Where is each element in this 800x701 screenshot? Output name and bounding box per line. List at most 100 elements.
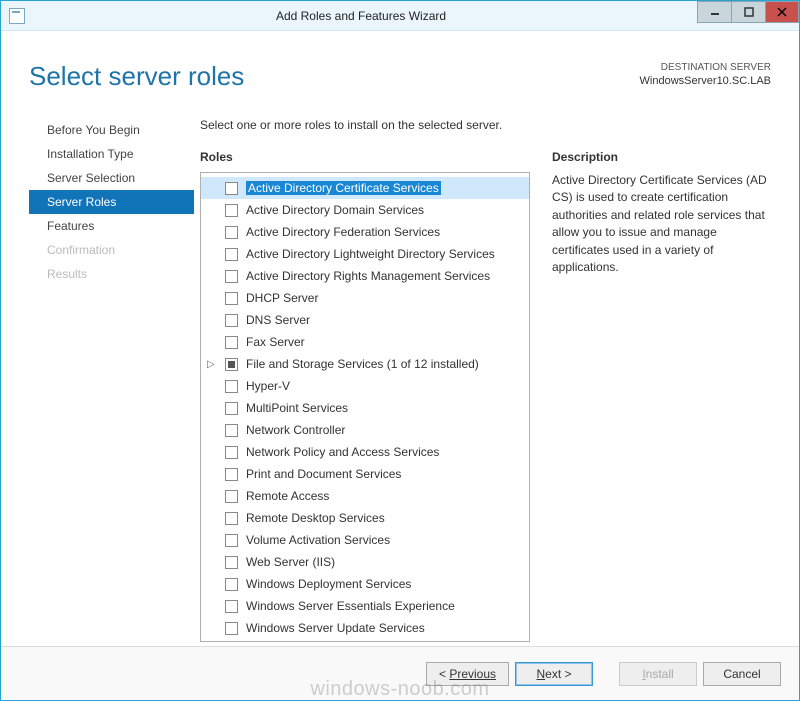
role-label: Windows Server Essentials Experience bbox=[246, 599, 455, 613]
role-row[interactable]: Network Policy and Access Services bbox=[201, 441, 529, 463]
role-row[interactable]: Windows Deployment Services bbox=[201, 573, 529, 595]
columns: Roles Active Directory Certificate Servi… bbox=[200, 150, 771, 646]
role-label: Active Directory Domain Services bbox=[246, 203, 424, 217]
role-row[interactable]: Active Directory Rights Management Servi… bbox=[201, 265, 529, 287]
role-label: DHCP Server bbox=[246, 291, 318, 305]
role-row[interactable]: Hyper-V bbox=[201, 375, 529, 397]
close-button[interactable] bbox=[765, 1, 799, 23]
role-label: Active Directory Federation Services bbox=[246, 225, 440, 239]
previous-label: Previous bbox=[449, 667, 496, 681]
button-bar: < Previous Next > Install Cancel windows… bbox=[1, 646, 799, 700]
destination-info: DESTINATION SERVER WindowsServer10.SC.LA… bbox=[640, 61, 771, 88]
role-row[interactable]: Fax Server bbox=[201, 331, 529, 353]
role-checkbox[interactable] bbox=[225, 556, 238, 569]
role-row[interactable]: Windows Server Essentials Experience bbox=[201, 595, 529, 617]
role-label: Print and Document Services bbox=[246, 467, 401, 481]
role-checkbox[interactable] bbox=[225, 182, 238, 195]
role-row[interactable]: Active Directory Certificate Services bbox=[201, 177, 529, 199]
role-checkbox[interactable] bbox=[225, 380, 238, 393]
instruction-text: Select one or more roles to install on t… bbox=[200, 118, 771, 132]
role-row[interactable]: Volume Activation Services bbox=[201, 529, 529, 551]
role-label: Volume Activation Services bbox=[246, 533, 390, 547]
role-label: Web Server (IIS) bbox=[246, 555, 335, 569]
minimize-button[interactable] bbox=[697, 1, 731, 23]
install-label: Install bbox=[642, 667, 673, 681]
role-row[interactable]: Web Server (IIS) bbox=[201, 551, 529, 573]
role-checkbox[interactable] bbox=[225, 226, 238, 239]
role-checkbox[interactable] bbox=[225, 402, 238, 415]
next-label: Next > bbox=[536, 667, 571, 681]
role-checkbox[interactable] bbox=[225, 270, 238, 283]
role-row[interactable]: ▷File and Storage Services (1 of 12 inst… bbox=[201, 353, 529, 375]
install-button[interactable]: Install bbox=[619, 662, 697, 686]
roles-column: Roles Active Directory Certificate Servi… bbox=[200, 150, 530, 646]
role-checkbox[interactable] bbox=[225, 204, 238, 217]
role-checkbox[interactable] bbox=[225, 578, 238, 591]
role-label: Windows Server Update Services bbox=[246, 621, 425, 635]
role-checkbox[interactable] bbox=[225, 424, 238, 437]
nav-item: Confirmation bbox=[29, 238, 194, 262]
role-label: Active Directory Rights Management Servi… bbox=[246, 269, 490, 283]
role-label: Windows Deployment Services bbox=[246, 577, 411, 591]
close-icon bbox=[777, 7, 787, 17]
roles-listbox[interactable]: Active Directory Certificate Services Act… bbox=[200, 172, 530, 642]
role-label: DNS Server bbox=[246, 313, 310, 327]
role-row[interactable]: MultiPoint Services bbox=[201, 397, 529, 419]
content-area: Select server roles DESTINATION SERVER W… bbox=[1, 31, 799, 646]
titlebar: Add Roles and Features Wizard bbox=[1, 1, 799, 31]
role-row[interactable]: Remote Access bbox=[201, 485, 529, 507]
role-checkbox[interactable] bbox=[225, 358, 238, 371]
description-column: Description Active Directory Certificate… bbox=[552, 150, 771, 646]
nav-sidebar: Before You BeginInstallation TypeServer … bbox=[29, 118, 194, 646]
role-checkbox[interactable] bbox=[225, 622, 238, 635]
wizard-window: Add Roles and Features Wizard Select ser… bbox=[0, 0, 800, 701]
nav-item[interactable]: Server Roles bbox=[29, 190, 194, 214]
role-checkbox[interactable] bbox=[225, 292, 238, 305]
nav-item[interactable]: Before You Begin bbox=[29, 118, 194, 142]
body-row: Before You BeginInstallation TypeServer … bbox=[29, 118, 771, 646]
previous-button[interactable]: < Previous bbox=[426, 662, 509, 686]
roles-section-label: Roles bbox=[200, 150, 530, 164]
role-label: Active Directory Certificate Services bbox=[246, 181, 441, 195]
role-row[interactable]: Print and Document Services bbox=[201, 463, 529, 485]
role-label: Remote Desktop Services bbox=[246, 511, 385, 525]
role-checkbox[interactable] bbox=[225, 468, 238, 481]
role-checkbox[interactable] bbox=[225, 490, 238, 503]
role-checkbox[interactable] bbox=[225, 512, 238, 525]
role-label: Fax Server bbox=[246, 335, 305, 349]
role-label: Active Directory Lightweight Directory S… bbox=[246, 247, 495, 261]
header-row: Select server roles DESTINATION SERVER W… bbox=[29, 61, 771, 92]
nav-item[interactable]: Features bbox=[29, 214, 194, 238]
role-row[interactable]: Active Directory Domain Services bbox=[201, 199, 529, 221]
nav-item: Results bbox=[29, 262, 194, 286]
role-label: Remote Access bbox=[246, 489, 329, 503]
role-row[interactable]: Network Controller bbox=[201, 419, 529, 441]
role-checkbox[interactable] bbox=[225, 534, 238, 547]
role-checkbox[interactable] bbox=[225, 314, 238, 327]
nav-item[interactable]: Installation Type bbox=[29, 142, 194, 166]
role-label: Network Policy and Access Services bbox=[246, 445, 439, 459]
role-row[interactable]: Active Directory Federation Services bbox=[201, 221, 529, 243]
app-icon bbox=[9, 8, 25, 24]
maximize-button[interactable] bbox=[731, 1, 765, 23]
nav-item[interactable]: Server Selection bbox=[29, 166, 194, 190]
role-row[interactable]: DHCP Server bbox=[201, 287, 529, 309]
role-row[interactable]: DNS Server bbox=[201, 309, 529, 331]
window-title: Add Roles and Features Wizard bbox=[25, 9, 697, 23]
role-checkbox[interactable] bbox=[225, 336, 238, 349]
chevron-right-icon[interactable]: ▷ bbox=[207, 359, 217, 370]
role-checkbox[interactable] bbox=[225, 600, 238, 613]
role-row[interactable]: Remote Desktop Services bbox=[201, 507, 529, 529]
role-checkbox[interactable] bbox=[225, 446, 238, 459]
role-label: MultiPoint Services bbox=[246, 401, 348, 415]
destination-value: WindowsServer10.SC.LAB bbox=[640, 74, 771, 88]
description-section-label: Description bbox=[552, 150, 771, 164]
role-label: Network Controller bbox=[246, 423, 345, 437]
description-text: Active Directory Certificate Services (A… bbox=[552, 172, 771, 276]
maximize-icon bbox=[744, 7, 754, 17]
role-row[interactable]: Windows Server Update Services bbox=[201, 617, 529, 639]
next-button[interactable]: Next > bbox=[515, 662, 593, 686]
cancel-button[interactable]: Cancel bbox=[703, 662, 781, 686]
role-checkbox[interactable] bbox=[225, 248, 238, 261]
role-row[interactable]: Active Directory Lightweight Directory S… bbox=[201, 243, 529, 265]
